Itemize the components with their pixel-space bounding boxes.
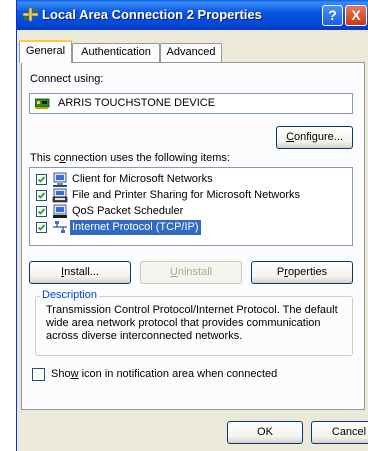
components-list[interactable]: Client for Microsoft Networks File and P… [29, 167, 353, 246]
help-button[interactable]: ? [322, 5, 343, 26]
uninstall-button[interactable]: Uninstall [140, 261, 242, 284]
configure-button[interactable]: Configure... [276, 126, 353, 149]
items-label-post: nnection uses the following items: [65, 152, 230, 164]
client-network-icon [53, 172, 67, 187]
title-bar[interactable]: Local Area Connection 2 Properties ? X [17, 0, 368, 30]
list-item[interactable]: File and Printer Sharing for Microsoft N… [30, 188, 350, 204]
description-text: Transmission Control Protocol/Internet P… [46, 304, 338, 342]
general-panel: Connect using: ARRIS TOUCHSTONE DEVICE C… [21, 62, 365, 410]
install-label-post: nstall... [64, 266, 99, 278]
qos-scheduler-icon [53, 204, 67, 218]
items-label: This connection uses the following items… [30, 152, 230, 164]
window-title: Local Area Connection 2 Properties [42, 7, 262, 22]
tab-strip: General Authentication Advanced [17, 40, 368, 63]
description-title: Description [40, 289, 100, 301]
item-checkbox[interactable] [36, 206, 47, 217]
item-label: File and Printer Sharing for Microsoft N… [72, 189, 301, 201]
tab-advanced[interactable]: Advanced [160, 43, 222, 62]
properties-dialog: Local Area Connection 2 Properties ? X G… [16, 0, 368, 451]
description-group: Description Transmission Control Protoco… [35, 289, 353, 356]
close-button[interactable]: X [345, 5, 367, 26]
item-label: Client for Microsoft Networks [72, 173, 213, 185]
uninstall-label-accel: U [169, 266, 178, 278]
item-checkbox[interactable] [36, 174, 47, 185]
device-name: ARRIS TOUCHSTONE DEVICE [58, 97, 216, 109]
network-adapter-icon [35, 98, 50, 109]
items-label-pre: This c [30, 152, 60, 164]
tab-general[interactable]: General [19, 40, 72, 63]
ok-button[interactable]: OK [227, 421, 303, 444]
tab-authentication[interactable]: Authentication [72, 43, 160, 62]
show-icon-label-pre: Sho [51, 368, 71, 380]
properties-button[interactable]: Properties [251, 261, 353, 284]
network-connection-icon [22, 7, 39, 22]
show-icon-label-accel: w [70, 368, 79, 380]
list-item[interactable]: QoS Packet Scheduler [30, 204, 350, 220]
properties-label-post: operties [287, 266, 328, 278]
uninstall-label-post: ninstall [177, 266, 213, 278]
configure-label-accel: C [286, 131, 295, 143]
show-icon-checkbox[interactable] [32, 368, 45, 381]
device-field: ARRIS TOUCHSTONE DEVICE [29, 93, 353, 114]
item-checkbox[interactable] [36, 222, 47, 233]
protocol-icon [53, 221, 67, 233]
show-icon-label-post: icon in notification area when connected [78, 368, 278, 380]
item-label: Internet Protocol (TCP/IP) [70, 220, 201, 235]
connect-using-label: Connect using: [30, 73, 104, 85]
cancel-button[interactable]: Cancel [311, 421, 368, 444]
item-checkbox[interactable] [36, 190, 47, 201]
list-item[interactable]: Internet Protocol (TCP/IP) [30, 220, 350, 236]
show-icon-label[interactable]: Show icon in notification area when conn… [51, 368, 277, 380]
list-item[interactable]: Client for Microsoft Networks [30, 172, 350, 188]
configure-label-post: onfigure... [294, 131, 343, 143]
install-button[interactable]: Install... [29, 261, 131, 284]
file-printer-sharing-icon [52, 188, 68, 203]
item-label: QoS Packet Scheduler [72, 205, 184, 217]
